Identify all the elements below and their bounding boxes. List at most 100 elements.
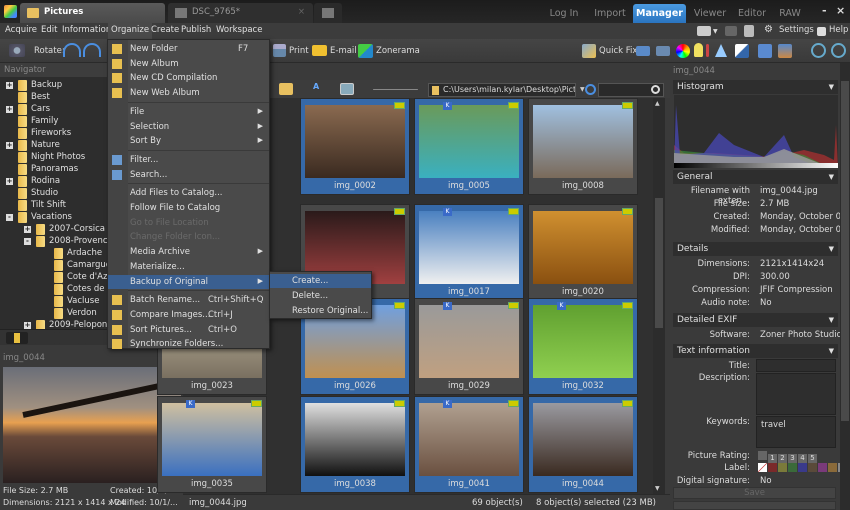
thumbnail[interactable]: Kimg_0035 — [157, 396, 267, 493]
mode-raw[interactable]: RAW — [775, 4, 805, 23]
print-button[interactable]: Print — [289, 46, 309, 56]
title-input[interactable] — [756, 359, 836, 372]
menu-item-media-archive[interactable]: Media Archive ▶ — [108, 245, 269, 259]
email-icon[interactable] — [312, 45, 327, 56]
thumbnail[interactable]: Kimg_0041 — [414, 396, 524, 493]
thumbnail[interactable]: img_0020 — [528, 204, 638, 301]
expand-icon[interactable]: + — [6, 82, 13, 89]
zoom-fit-icon[interactable] — [831, 43, 846, 58]
menu-edit[interactable]: Edit — [41, 25, 57, 35]
close-tab-icon[interactable]: × — [298, 7, 305, 17]
menu-item-sort-pictures[interactable]: Sort Pictures... Ctrl+O — [108, 323, 269, 337]
rotate-right-icon[interactable] — [83, 43, 101, 57]
menu-create[interactable]: Create — [151, 25, 179, 35]
color-label-swatch[interactable] — [818, 463, 827, 472]
exif-header[interactable]: Detailed EXIF ▼ — [673, 313, 838, 327]
text-info-header[interactable]: Text information ▼ — [673, 344, 838, 358]
menu-item-selection[interactable]: Selection ▶ — [108, 120, 269, 134]
submenu-item-restore-original[interactable]: Restore Original... — [270, 304, 371, 318]
rating-star-4[interactable]: 4 — [798, 454, 807, 463]
preview-image[interactable]: ✓ — [3, 367, 181, 483]
color-label-swatch[interactable] — [828, 463, 837, 472]
properties-scrollbar[interactable] — [840, 63, 850, 510]
menu-publish[interactable]: Publish — [181, 25, 211, 35]
help-icon[interactable] — [817, 27, 826, 36]
scroll-down-icon[interactable]: ▼ — [655, 485, 660, 492]
menu-item-materialize[interactable]: Materialize... — [108, 260, 269, 274]
mode-import[interactable]: Import — [588, 4, 632, 23]
thumbnail[interactable]: Kimg_0005 — [414, 98, 524, 195]
zoom-in-icon[interactable] — [811, 43, 826, 58]
thumbnail[interactable]: img_0038 — [300, 396, 410, 493]
quick-fix-button[interactable]: Quick Fix — [599, 46, 637, 56]
color-wheel-icon[interactable] — [676, 44, 690, 58]
gear-icon[interactable]: ⚙ — [764, 24, 773, 35]
camera-icon[interactable] — [9, 44, 25, 57]
favorite-folder-icon[interactable] — [279, 83, 293, 95]
thumbnail-size-slider[interactable] — [373, 89, 418, 90]
histogram-header[interactable]: Histogram ▼ — [673, 80, 838, 94]
batch-filter-icon[interactable] — [778, 44, 792, 58]
menu-item-new-web-album[interactable]: New Web Album — [108, 86, 269, 100]
menu-item-add-files-to-catalog[interactable]: Add Files to Catalog... — [108, 186, 269, 200]
mode-login[interactable]: Log In — [545, 4, 583, 23]
display-mode-icon[interactable] — [697, 26, 711, 36]
scroll-thumb[interactable] — [841, 81, 849, 421]
search-input[interactable] — [598, 83, 664, 97]
print-icon[interactable] — [273, 44, 286, 57]
save-button[interactable]: Save — [673, 487, 836, 499]
thumbnail[interactable]: Kimg_0029 — [414, 298, 524, 395]
thumbnail[interactable]: Kimg_0017 — [414, 204, 524, 301]
description-input[interactable] — [756, 373, 836, 415]
rating-star-2[interactable]: 2 — [778, 454, 787, 463]
menu-item-file[interactable]: File ▶ — [108, 105, 269, 119]
scroll-thumb[interactable] — [655, 198, 663, 328]
menu-item-new-cd-compilation[interactable]: New CD Compilation — [108, 71, 269, 85]
grid-scrollbar[interactable]: ▲ ▼ — [653, 98, 665, 494]
help-button[interactable]: Help — [829, 25, 848, 35]
scanner-icon[interactable] — [636, 46, 650, 56]
menu-item-backup-of-original[interactable]: Backup of Original ▶ — [108, 274, 269, 289]
menu-organize[interactable]: Organize — [108, 23, 153, 39]
rating-star-5[interactable]: 5 — [808, 454, 817, 463]
expand-icon[interactable]: + — [24, 226, 31, 233]
mode-viewer[interactable]: Viewer — [690, 4, 730, 23]
color-label-swatch[interactable] — [798, 463, 807, 472]
levels-icon[interactable] — [706, 44, 709, 57]
panel-icon[interactable] — [725, 26, 737, 36]
lightbulb-icon[interactable] — [694, 43, 703, 57]
more-button[interactable] — [673, 501, 836, 510]
keywords-input[interactable]: travel — [756, 416, 836, 448]
path-field[interactable]: C:\Users\milan.kylar\Desktop\Pictu — [428, 83, 576, 97]
zonerama-button[interactable]: Zonerama — [376, 46, 420, 56]
tab-dsc-9765[interactable]: DSC_9765* × — [168, 3, 313, 23]
refresh-icon[interactable] — [585, 84, 596, 95]
menu-workspace[interactable]: Workspace — [216, 25, 262, 35]
view-mode-icon[interactable] — [340, 83, 354, 95]
collapse-icon[interactable]: - — [6, 214, 13, 221]
expand-icon[interactable]: + — [6, 142, 13, 149]
general-header[interactable]: General ▼ — [673, 170, 838, 184]
menu-item-sort-by[interactable]: Sort By ▶ — [108, 134, 269, 148]
menu-item-synchronize-folders[interactable]: Synchronize Folders... — [108, 337, 269, 351]
menu-item-filter[interactable]: Filter... — [108, 153, 269, 167]
thumbnail[interactable]: Kimg_0032 — [528, 298, 638, 395]
settings-button[interactable]: Settings — [779, 25, 814, 35]
catalog-tab[interactable] — [34, 332, 56, 344]
sort-az-icon[interactable]: A — [313, 82, 323, 96]
clipboard-icon[interactable] — [744, 25, 754, 37]
quick-fix-icon[interactable] — [582, 44, 596, 58]
expand-icon[interactable]: + — [24, 322, 31, 329]
email-button[interactable]: E-mail — [330, 46, 357, 56]
sharpen-icon[interactable] — [715, 44, 727, 57]
menu-acquire[interactable]: Acquire — [5, 25, 37, 35]
color-label-swatch[interactable] — [778, 463, 787, 472]
expand-icon[interactable]: + — [6, 106, 13, 113]
mode-manager[interactable]: Manager — [633, 4, 686, 23]
menu-item-compare-images[interactable]: Compare Images... Ctrl+J — [108, 308, 269, 322]
filters-tab[interactable] — [84, 332, 106, 344]
menu-information[interactable]: Information — [62, 25, 111, 35]
download-icon[interactable] — [758, 44, 772, 58]
color-label-swatch[interactable] — [768, 463, 777, 472]
minimize-button[interactable]: - — [822, 4, 827, 17]
